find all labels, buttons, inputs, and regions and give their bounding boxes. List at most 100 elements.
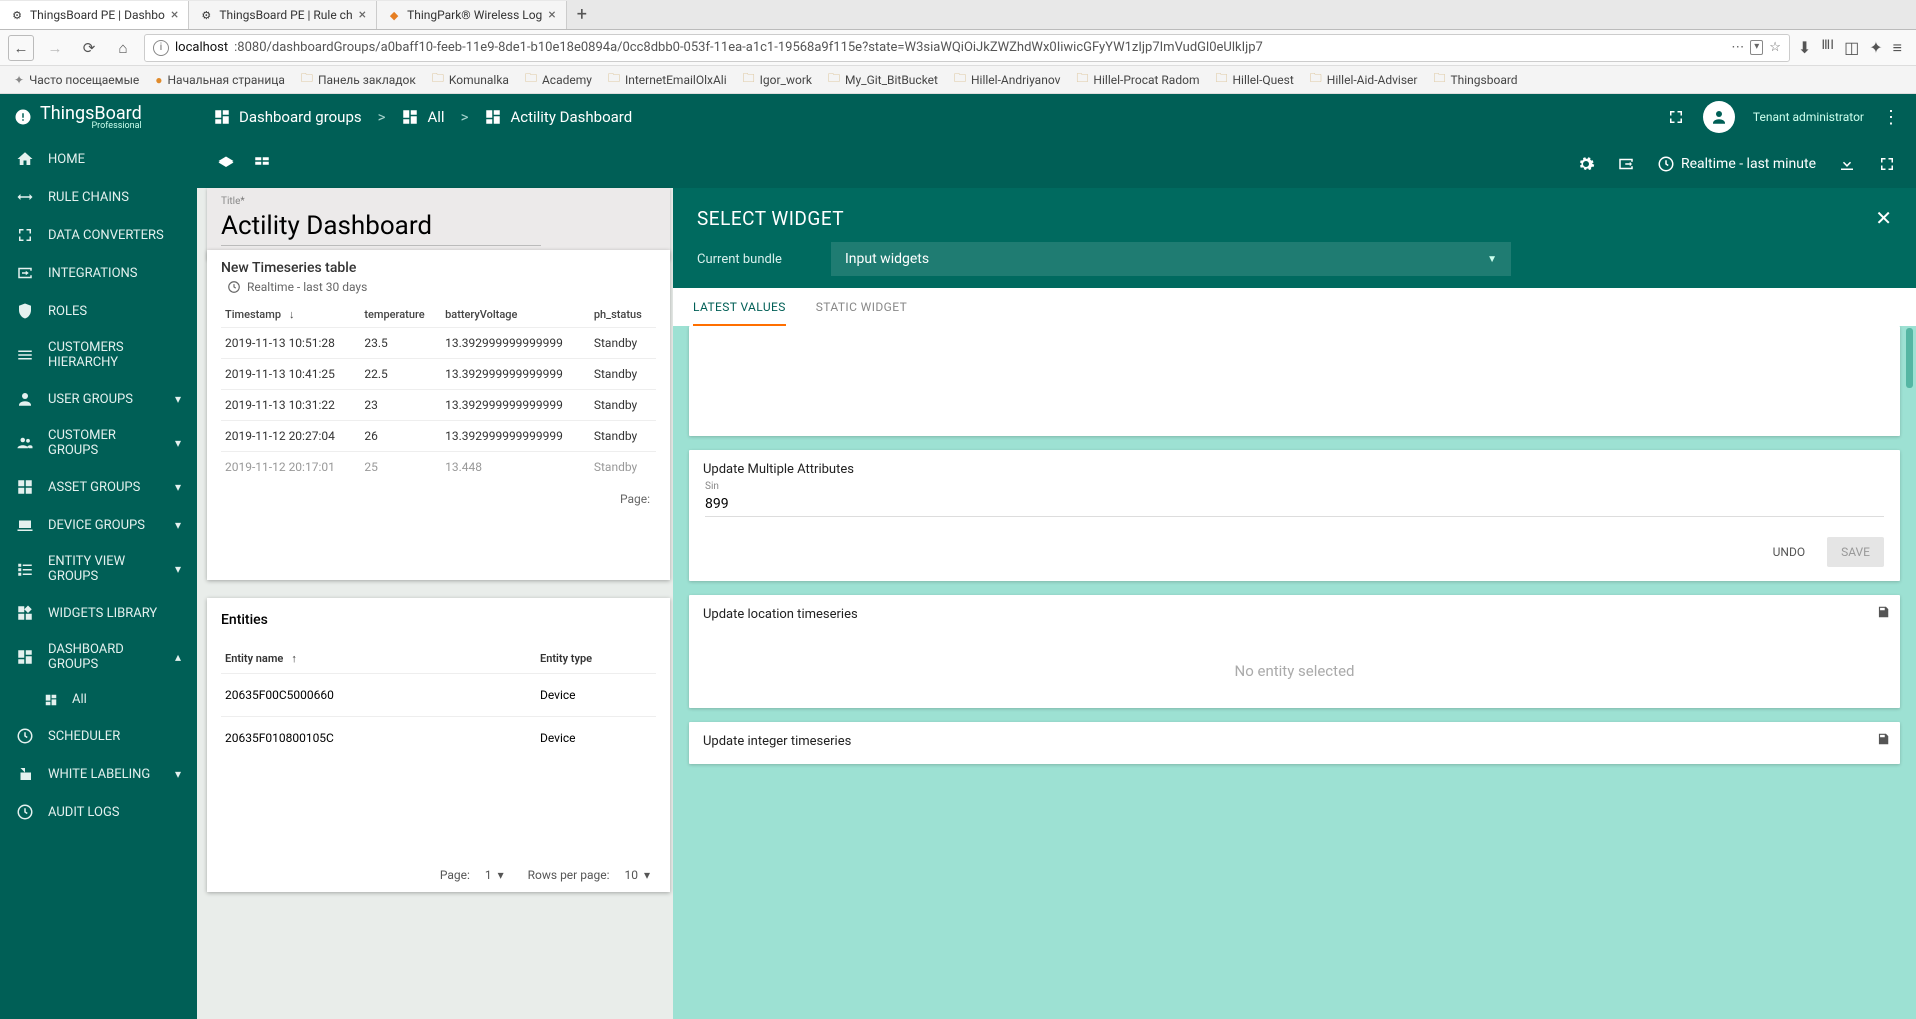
entity-alias-icon[interactable] [1617,155,1635,173]
nav-home[interactable]: HOME [0,140,197,178]
browser-tab[interactable]: ⚙ThingsBoard PE | Rule ch× [189,1,377,29]
nav-scheduler[interactable]: SCHEDULER [0,717,197,755]
nav-rule-chains[interactable]: RULE CHAINS [0,178,197,216]
crumb-all[interactable]: All [401,108,444,126]
avatar[interactable] [1703,101,1735,133]
crumb-current[interactable]: Actility Dashboard [484,108,632,126]
realtime-indicator[interactable]: Realtime - last 30 days [227,280,656,294]
col-timestamp[interactable]: Timestamp↓ [221,302,360,328]
browser-tab[interactable]: ⚙ThingsBoard PE | Dashbo× [0,1,189,29]
bookmark-item[interactable]: 🗀Komunalka [426,66,515,93]
nav-entity-view-groups[interactable]: ENTITY VIEW GROUPS▾ [0,544,197,594]
save-icon[interactable] [1876,605,1890,623]
close-panel-button[interactable]: ✕ [1875,206,1892,230]
home-button[interactable]: ⌂ [110,35,136,61]
more-icon[interactable]: ⋮ [1882,107,1900,128]
download-icon[interactable] [1838,155,1856,173]
widget-preview-update-integer[interactable]: Update integer timeseries [689,722,1900,764]
bookmark-item[interactable]: 🗀InternetEmailOlxAli [602,66,733,93]
layers-icon[interactable] [217,155,235,173]
ext-icon[interactable]: ✦ [1869,38,1882,58]
bookmark-item[interactable]: 🗀Academy [519,66,598,93]
gear-icon[interactable] [1577,155,1595,173]
bookmark-item[interactable]: 🗀Hillel-Andriyanov [948,66,1066,93]
col-entity-name[interactable]: Entity name↑ [221,644,536,674]
bookmark-star-icon[interactable]: ☆ [1769,40,1781,55]
grid-icon[interactable] [253,155,271,173]
dashboard-title-input[interactable] [221,207,541,246]
bookmark-item[interactable]: 🗀Hillel-Quest [1209,66,1299,93]
bookmark-item[interactable]: 🗀My_Git_BitBucket [822,66,944,93]
tab-close-icon[interactable]: × [548,7,555,23]
col-battery[interactable]: batteryVoltage [441,302,590,328]
sidebar-icon[interactable]: ◫ [1844,38,1859,58]
table-row[interactable]: 2019-11-13 10:31:222313.392999999999999S… [221,390,656,421]
entities-widget[interactable]: Entities Entity name↑ Entity type 20635F… [207,598,670,892]
bookmark-item[interactable]: 🗀Thingsboard [1427,66,1523,93]
nav-audit-logs[interactable]: AUDIT LOGS [0,793,197,831]
library-icon[interactable]: ⅢⅠ [1821,38,1834,58]
back-button[interactable]: ← [8,35,34,61]
nav-dashboard-groups-all[interactable]: All [0,682,197,717]
nav-integrations[interactable]: INTEGRATIONS [0,254,197,292]
save-icon[interactable] [1876,732,1890,750]
reload-button[interactable]: ⟳ [76,35,102,61]
bookmark-item[interactable]: 🗀Панель закладок [295,66,422,93]
col-temperature[interactable]: temperature [360,302,441,328]
widget-list[interactable]: Update Multiple Attributes Sin 899 UNDO … [673,326,1916,1019]
nav-device-groups[interactable]: DEVICE GROUPS▾ [0,506,197,544]
time-window[interactable]: Realtime - last minute [1657,155,1816,173]
bookmark-item[interactable]: 🗀Hillel-Aid-Adviser [1304,66,1424,93]
save-button[interactable]: SAVE [1827,537,1884,567]
tab-close-icon[interactable]: × [171,7,178,23]
crumb-dashboard-groups[interactable]: Dashboard groups [213,108,362,126]
tab-static-widget[interactable]: STATIC WIDGET [816,288,907,326]
new-tab-button[interactable]: + [567,0,597,29]
nav-customers-hierarchy[interactable]: CUSTOMERS HIERARCHY [0,330,197,380]
reader-icon[interactable]: ▾ [1750,40,1763,55]
timeseries-widget[interactable]: New Timeseries table Realtime - last 30 … [207,250,670,580]
undo-button[interactable]: UNDO [1759,537,1819,567]
table-row[interactable]: 2019-11-12 20:27:042613.392999999999999S… [221,421,656,452]
table-row[interactable]: 2019-11-13 10:41:2522.513.39299999999999… [221,359,656,390]
address-bar[interactable]: i localhost:8080/dashboardGroups/a0baff1… [144,34,1790,62]
rows-per-page-select[interactable]: Rows per page: 10 ▾ [528,868,650,882]
nav-white-labeling[interactable]: WHITE LABELING▾ [0,755,197,793]
nav-widgets-library[interactable]: WIDGETS LIBRARY [0,594,197,632]
col-status[interactable]: ph_status [590,302,656,328]
table-row[interactable]: 20635F00C5000660Device [221,674,656,717]
menu-icon[interactable]: ≡ [1893,38,1902,58]
tab-latest-values[interactable]: LATEST VALUES [693,288,786,326]
bundle-select[interactable]: Input widgets▼ [831,242,1511,276]
nav-data-converters[interactable]: DATA CONVERTERS [0,216,197,254]
browser-tab[interactable]: ◆ThingPark® Wireless Log× [377,1,567,29]
col-entity-type[interactable]: Entity type [536,644,656,674]
tab-close-icon[interactable]: × [359,7,366,23]
table-row[interactable]: 2019-11-13 10:51:2823.513.39299999999999… [221,328,656,359]
brand[interactable]: ThingsBoardProfessional [0,94,197,140]
nav-asset-groups[interactable]: ASSET GROUPS▾ [0,468,197,506]
bookmark-item[interactable]: 🗀Igor_work [737,66,818,93]
more-icon[interactable]: ⋯ [1731,40,1744,55]
nav-roles[interactable]: ROLES [0,292,197,330]
nav-user-groups[interactable]: USER GROUPS▾ [0,380,197,418]
fullscreen-icon[interactable] [1667,108,1685,126]
bookmark-item[interactable]: ●Начальная страница [149,70,291,90]
nav-dashboard-groups[interactable]: DASHBOARD GROUPS▴ [0,632,197,682]
download-icon[interactable]: ⬇ [1798,38,1811,58]
field-value[interactable]: 899 [705,492,1884,517]
widget-preview[interactable] [689,326,1900,436]
site-info-icon[interactable]: i [153,40,169,56]
scrollbar-thumb[interactable] [1906,328,1913,388]
widget-title: New Timeseries table [221,260,656,276]
table-row[interactable]: 20635F010800105CDevice [221,717,656,760]
nav-customer-groups[interactable]: CUSTOMER GROUPS▾ [0,418,197,468]
widget-preview-update-multiple[interactable]: Update Multiple Attributes Sin 899 UNDO … [689,450,1900,581]
table-row[interactable]: 2019-11-12 20:17:012513.448Standby [221,452,656,483]
bookmark-item[interactable]: 🗀Hillel-Procat Radom [1070,66,1205,93]
bookmark-item[interactable]: ✦Часто посещаемые [8,70,145,90]
page-select[interactable]: Page: 1 ▾ [440,868,504,882]
fullscreen-icon[interactable] [1878,155,1896,173]
widget-preview-update-location[interactable]: Update location timeseries No entity sel… [689,595,1900,708]
forward-button[interactable]: → [42,35,68,61]
